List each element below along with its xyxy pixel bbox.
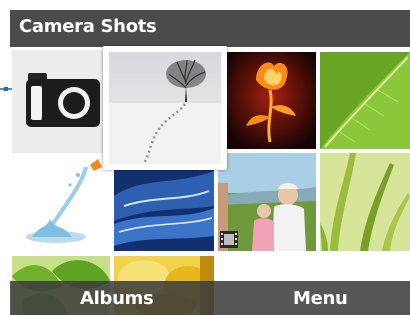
fire-flower-image xyxy=(226,52,316,149)
green-leaf-image xyxy=(320,52,410,149)
grass-image xyxy=(320,153,410,251)
title-bar: Camera Shots xyxy=(10,10,410,47)
albums-button[interactable]: Albums xyxy=(80,288,154,309)
blue-wave-image xyxy=(114,166,214,251)
green-leaf-photo[interactable] xyxy=(320,52,410,149)
water-splash-image xyxy=(12,155,110,251)
snow-tree-photo-selected[interactable] xyxy=(103,46,227,170)
softkey-bar: Albums Menu xyxy=(10,281,410,315)
water-splash-photo[interactable] xyxy=(12,155,110,251)
blue-wave-photo[interactable] xyxy=(114,166,214,251)
grass-photo[interactable] xyxy=(320,153,410,251)
camera-shots-screen: Camera Shots Albums Menu xyxy=(0,0,410,315)
film-icon xyxy=(220,231,238,248)
page-title: Camera Shots xyxy=(19,16,157,37)
menu-button[interactable]: Menu xyxy=(293,288,348,309)
pin-marker-icon xyxy=(0,87,12,91)
fire-flower-photo[interactable] xyxy=(226,52,316,149)
camera-shots-folder[interactable] xyxy=(12,50,110,153)
snow-tree-image xyxy=(109,52,221,164)
camera-icon xyxy=(12,50,110,153)
